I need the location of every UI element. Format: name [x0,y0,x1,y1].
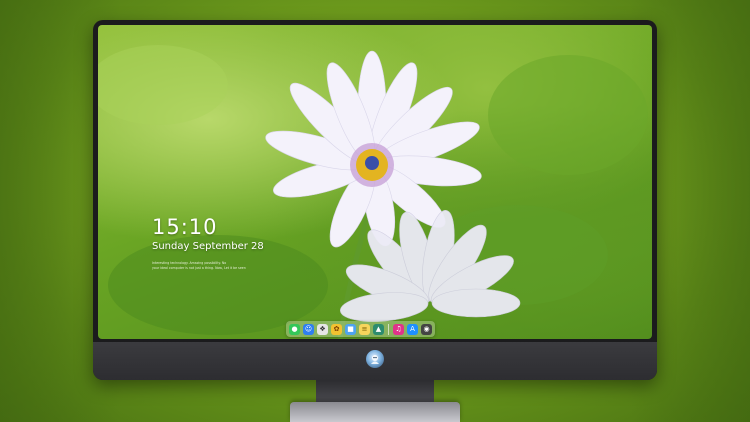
monitor: 15:10 Sunday September 28 Interesting te… [93,20,657,380]
lock-screen-note: Interesting technology. Amazing possibil… [152,261,264,271]
gallery-icon[interactable]: ▲ [373,323,384,335]
finder-icon[interactable]: ☺ [303,323,314,335]
music-icon[interactable]: ♫ [393,323,404,335]
clapperboard-icon[interactable]: ■ [345,323,356,335]
lock-screen[interactable]: 15:10 Sunday September 28 Interesting te… [98,25,652,339]
monitor-stand-base [290,402,460,422]
dock: ● ☺ ❖ ✿ ■ ≡ ▲ ♫ A ◉ [286,321,435,337]
lock-screen-time: 15:10 [152,215,218,239]
camera-icon[interactable]: ◉ [421,323,432,335]
monitor-chin [93,342,657,380]
compass-icon[interactable]: ❖ [317,323,328,335]
lock-screen-date: Sunday September 28 [152,241,264,252]
messages-icon[interactable]: ● [289,323,300,335]
note-line-2: your ideal computer is not just a thing.… [152,266,246,270]
dock-separator [388,323,389,335]
wallpaper-flower-image [98,45,648,339]
photos-icon[interactable]: ✿ [331,323,342,335]
notes-icon[interactable]: ≡ [359,323,370,335]
app-store-icon[interactable]: A [407,323,418,335]
brand-logo-icon [366,350,384,368]
